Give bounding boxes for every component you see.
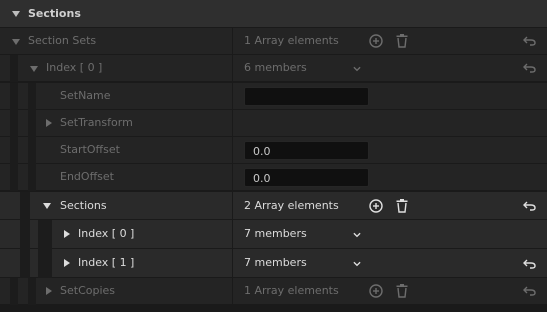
collapse-triangle-icon[interactable] xyxy=(64,230,70,238)
property-row-sections-index0: Index [ 0 ] 7 members xyxy=(0,220,547,249)
property-label: SetTransform xyxy=(60,116,133,129)
startoffset-input[interactable]: 0.0 xyxy=(244,141,369,160)
chevron-down-icon[interactable] xyxy=(353,65,361,73)
reset-to-default-icon[interactable] xyxy=(523,36,536,46)
property-row-index0: Index [ 0 ] 6 members xyxy=(0,55,547,82)
add-element-icon[interactable] xyxy=(369,34,383,48)
reset-to-default-icon[interactable] xyxy=(523,259,536,269)
collapse-triangle-icon[interactable] xyxy=(46,119,52,127)
member-count: 7 members xyxy=(244,227,307,240)
collapse-triangle-icon[interactable] xyxy=(64,259,70,267)
array-count: 1 Array elements xyxy=(244,284,339,297)
member-count: 6 members xyxy=(244,61,307,74)
reset-to-default-icon[interactable] xyxy=(523,201,536,211)
reset-to-default-icon[interactable] xyxy=(523,63,536,73)
property-label: StartOffset xyxy=(60,143,120,156)
setname-input[interactable] xyxy=(244,87,369,106)
details-panel: Sections Section Sets 1 Array elements I… xyxy=(0,0,547,312)
expand-triangle-icon[interactable] xyxy=(12,11,20,17)
reset-to-default-icon[interactable] xyxy=(523,286,536,296)
expand-triangle-icon[interactable] xyxy=(43,203,51,209)
property-row-startoffset: StartOffset 0.0 xyxy=(0,137,547,164)
delete-all-icon[interactable] xyxy=(396,284,408,298)
chevron-down-icon[interactable] xyxy=(353,260,361,268)
property-row-sections-index1: Index [ 1 ] 7 members xyxy=(0,249,547,278)
add-element-icon[interactable] xyxy=(369,199,383,213)
collapse-triangle-icon[interactable] xyxy=(46,287,52,295)
array-count: 1 Array elements xyxy=(244,34,339,47)
category-header-sections[interactable]: Sections xyxy=(0,0,547,28)
expand-triangle-icon[interactable] xyxy=(12,39,20,45)
expand-triangle-icon[interactable] xyxy=(30,66,38,72)
array-count: 2 Array elements xyxy=(244,199,339,212)
property-label: SetCopies xyxy=(60,284,116,297)
add-element-icon[interactable] xyxy=(369,284,383,298)
property-row-setcopies: SetCopies 1 Array elements xyxy=(0,278,547,305)
property-label: Sections xyxy=(60,199,107,212)
delete-all-icon[interactable] xyxy=(396,199,408,213)
endoffset-input[interactable]: 0.0 xyxy=(244,168,369,187)
property-label: Index [ 0 ] xyxy=(78,227,135,240)
property-label: EndOffset xyxy=(60,170,114,183)
category-title: Sections xyxy=(28,7,81,20)
property-row-sections: Sections 2 Array elements xyxy=(0,192,547,220)
property-label: Index [ 0 ] xyxy=(46,61,103,74)
member-count: 7 members xyxy=(244,256,307,269)
property-label: Index [ 1 ] xyxy=(78,256,135,269)
property-row-settransform: SetTransform xyxy=(0,110,547,137)
property-label: SetName xyxy=(60,89,111,102)
delete-all-icon[interactable] xyxy=(396,34,408,48)
property-row-endoffset: EndOffset 0.0 xyxy=(0,164,547,191)
property-row-setname: SetName xyxy=(0,83,547,110)
property-row-section-sets: Section Sets 1 Array elements xyxy=(0,28,547,55)
property-label: Section Sets xyxy=(28,34,97,47)
chevron-down-icon[interactable] xyxy=(353,231,361,239)
